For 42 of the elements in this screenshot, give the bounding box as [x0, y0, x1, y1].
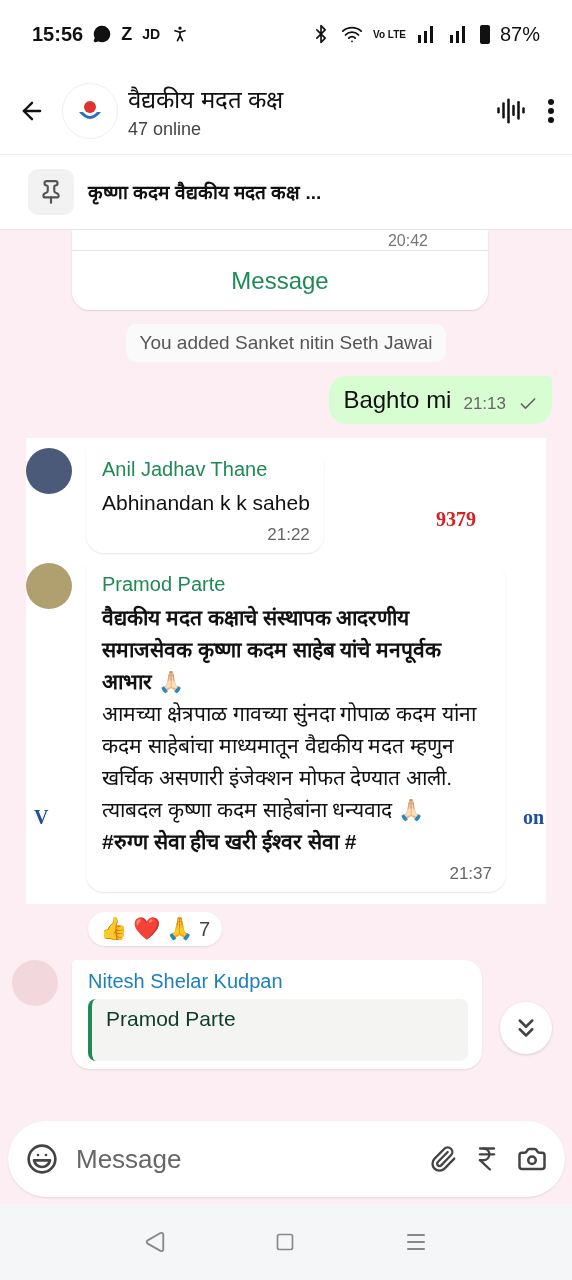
scroll-down-button[interactable] [500, 1002, 552, 1054]
message-button[interactable]: Message [72, 250, 488, 310]
status-glyph: JD [142, 26, 161, 42]
reaction-emoji: 🙏 [166, 916, 193, 942]
group-title: वैद्यकीय मदत कक्ष [128, 85, 285, 115]
message-time: 21:37 [449, 864, 492, 884]
online-count: 47 online [128, 119, 203, 140]
network-label: Vo LTE [373, 28, 406, 40]
sender-name: Pramod Parte [102, 573, 227, 596]
message-time: 21:13 [463, 394, 506, 414]
message-time: 20:42 [387, 232, 429, 250]
avatar [26, 448, 72, 494]
message-text: Baghto mi [343, 386, 452, 414]
battery-level: 87% [499, 22, 540, 46]
pinned-message-text: कृष्णा कदम वैद्यकीय मदत कक्ष ... [88, 180, 322, 205]
back-nav-button[interactable] [144, 1231, 167, 1253]
message-text: Abhinandan k k saheb [102, 490, 310, 516]
sender-name: Anil Jadhav Thane [102, 458, 269, 481]
reaction-emoji: ❤ [133, 916, 160, 942]
home-nav-button[interactable] [275, 1232, 295, 1252]
attach-icon [429, 1145, 457, 1173]
status-glyph: Z [121, 23, 133, 45]
message-text: वैद्यकीय मदत कक्षाचे संस्थापक आदरणीय समाजसेवक कृष्णा कदम साहेब यांचे मनपूर्वक आभार 🙏🏻 आमच्या क्षेत्रपाळ गावच्या सुंनदा गोपाळ कदम यांना कदम साहेबांचा माध्यमातून वैद्यकीय मदत म्हणुन खर्चिक असणारी इंजेक्शन मोफत देण्यात आली. त्याबदल कृष्णा कदम साहेबांना धन्यवाद 🙏🏻 #रुग्ण सेवा हीच खरी ईश्वर सेवा # [102, 604, 478, 855]
message-time: 21:22 [267, 525, 310, 545]
poster-text: 9379 [436, 508, 476, 531]
reaction-emoji: 👍 [100, 916, 127, 942]
quoted-sender: Pramod Parte [106, 1007, 236, 1030]
poster-text: V [34, 806, 49, 829]
sticker-icon [26, 1143, 58, 1175]
poster-text: on [522, 806, 544, 829]
system-notice: You added Sanket nitin Seth Jawai [125, 324, 447, 362]
status-time: 15:56 [32, 22, 84, 46]
chat-bubble-icon [93, 25, 112, 43]
reaction-count: 7 [199, 917, 211, 941]
audio-wave-icon [496, 96, 526, 126]
menu-dots-icon [548, 99, 554, 123]
message-composer[interactable]: Message [8, 1121, 565, 1197]
sender-name: Nitesh Shelar Kudpan [88, 970, 284, 993]
pin-icon [28, 169, 74, 215]
reaction-pill[interactable]: 👍 ❤ 🙏 7 [88, 912, 223, 946]
battery-icon [479, 24, 490, 44]
avatar [26, 563, 72, 609]
